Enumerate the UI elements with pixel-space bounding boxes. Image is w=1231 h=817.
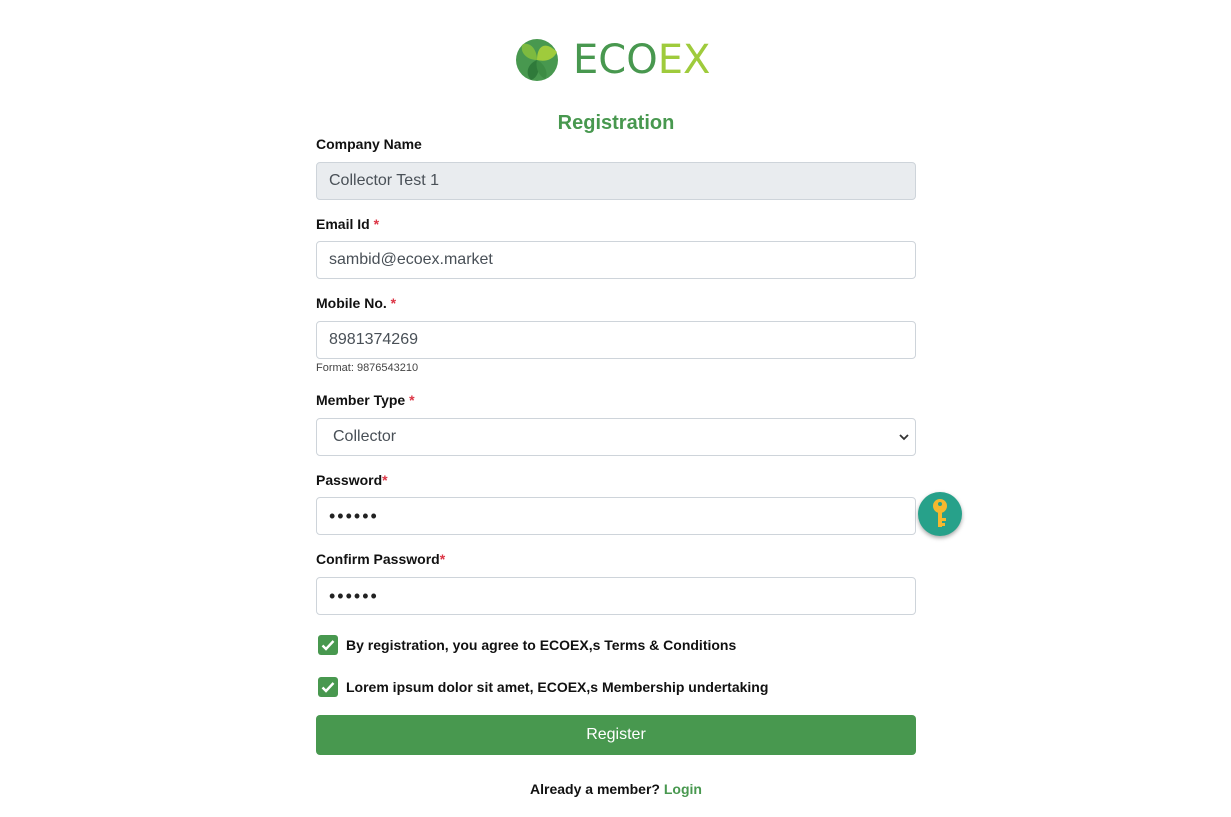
required-mark: * xyxy=(373,216,380,232)
mobile-format-help: Format: 9876543210 xyxy=(316,362,419,374)
page-title: Registration xyxy=(557,112,675,134)
confirm-password-field[interactable]: •••••• xyxy=(316,577,916,615)
member-type-label-text: Member Type xyxy=(316,392,406,408)
membership-checkbox[interactable] xyxy=(318,677,338,697)
checkmark-icon xyxy=(321,640,335,651)
register-button[interactable]: Register xyxy=(316,715,916,755)
email-value: sambid@ecoex.market xyxy=(329,251,493,268)
logo-text-ex: EX xyxy=(657,37,711,83)
terms-checkbox-row[interactable]: By registration, you agree to ECOEX,s Te… xyxy=(318,635,736,655)
ecoex-logo: ECOEX xyxy=(515,37,710,83)
password-field[interactable]: •••••• xyxy=(316,497,916,535)
membership-checkbox-label: Lorem ipsum dolor sit amet, ECOEX,s Memb… xyxy=(346,679,769,695)
already-member-text: Already a member? xyxy=(530,781,660,797)
required-mark: * xyxy=(409,392,415,408)
terms-checkbox-label: By registration, you agree to ECOEX,s Te… xyxy=(346,637,737,653)
terms-checkbox[interactable] xyxy=(318,635,338,655)
required-mark: * xyxy=(439,551,446,567)
email-field[interactable]: sambid@ecoex.market xyxy=(316,241,916,279)
confirm-password-label-text: Confirm Password xyxy=(316,551,440,567)
mobile-value: 8981374269 xyxy=(329,331,418,348)
generate-password-button[interactable] xyxy=(918,492,962,536)
password-label-text: Password xyxy=(316,472,383,488)
login-link[interactable]: Login xyxy=(664,781,702,797)
mobile-label-text: Mobile No. xyxy=(316,295,387,311)
confirm-password-label: Confirm Password* xyxy=(316,551,445,567)
key-icon xyxy=(933,499,947,527)
required-mark: * xyxy=(390,295,397,311)
required-mark: * xyxy=(382,472,388,488)
logo-text-eco: ECO xyxy=(573,37,658,83)
checkmark-icon xyxy=(321,682,335,693)
chevron-down-icon xyxy=(899,434,909,441)
password-value: •••••• xyxy=(329,506,379,526)
leaf-logo-icon xyxy=(516,39,558,81)
login-prompt: Already a member? Login xyxy=(316,781,916,797)
password-label: Password* xyxy=(316,472,388,488)
member-type-select[interactable]: Collector xyxy=(316,418,916,456)
mobile-field[interactable]: 8981374269 xyxy=(316,321,916,359)
member-type-value: Collector xyxy=(333,428,397,445)
confirm-password-value: •••••• xyxy=(329,586,379,606)
membership-checkbox-row[interactable]: Lorem ipsum dolor sit amet, ECOEX,s Memb… xyxy=(318,677,768,697)
email-label-text: Email Id xyxy=(316,216,370,232)
company-name-label-text: Company Name xyxy=(316,136,422,152)
company-name-value: Collector Test 1 xyxy=(329,172,439,189)
mobile-label: Mobile No. * xyxy=(316,295,396,311)
member-type-label: Member Type * xyxy=(316,392,415,408)
logo-wordmark: ECOEX xyxy=(573,37,710,83)
company-name-field[interactable]: Collector Test 1 xyxy=(316,162,916,200)
email-label: Email Id * xyxy=(316,216,379,232)
company-name-label: Company Name xyxy=(316,136,422,152)
